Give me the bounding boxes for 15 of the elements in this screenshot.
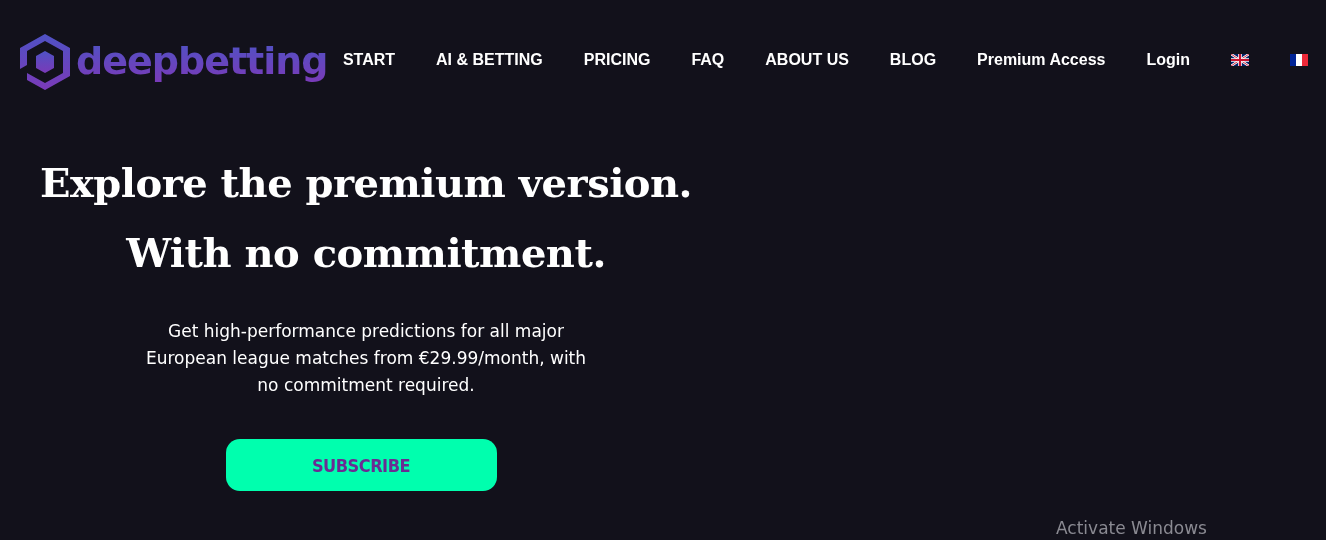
hero-headline: Explore the premium version. [39, 158, 693, 208]
hero-description: Get high-performance predictions for all major European league matches from €29.99/month, with no commitment required. [144, 320, 588, 397]
nav-link[interactable]: BLOG [889, 51, 937, 69]
nav-link[interactable]: PRICING [583, 51, 651, 69]
uk-flag-icon[interactable] [1231, 54, 1249, 66]
activation-notice: Activate Windows [1056, 518, 1207, 538]
nav-link[interactable]: AI & BETTING [436, 51, 543, 69]
nav-link[interactable]: Login [1146, 51, 1190, 69]
nav-link[interactable]: ABOUT US [765, 51, 849, 69]
nav-link[interactable]: FAQ [691, 51, 725, 69]
nav-link[interactable]: START [342, 51, 396, 69]
nav-link[interactable]: Premium Access [977, 51, 1106, 69]
france-flag-icon[interactable] [1290, 54, 1308, 66]
subscribe-button[interactable]: SUBSCRIBE [225, 439, 497, 491]
hero-headline: With no commitment. [126, 228, 606, 278]
